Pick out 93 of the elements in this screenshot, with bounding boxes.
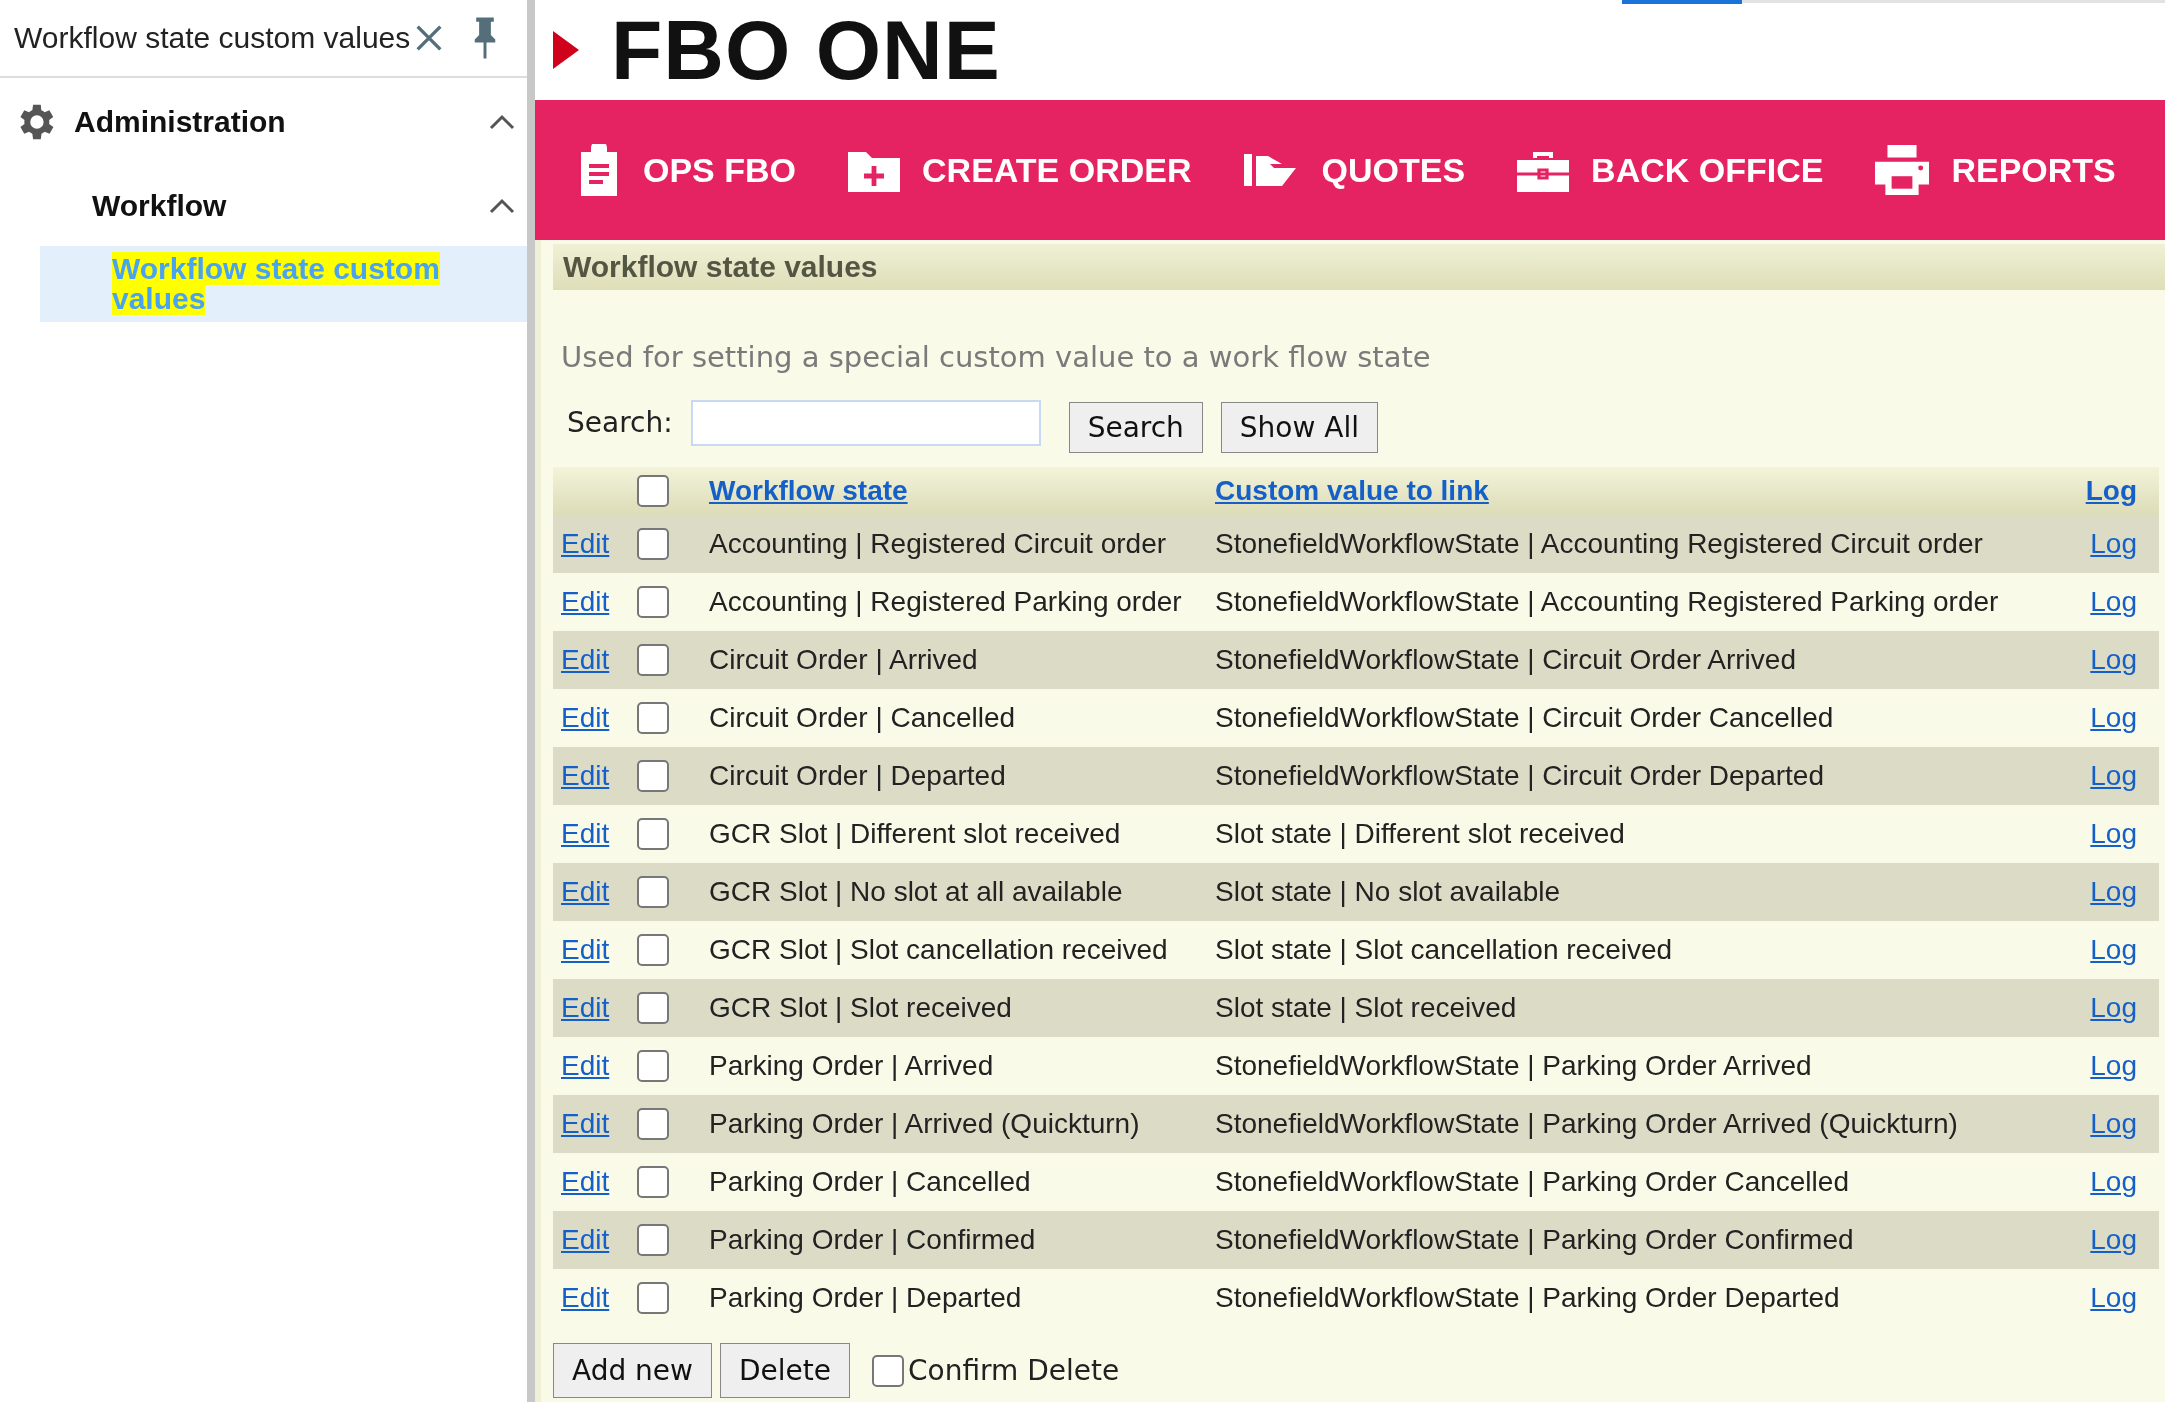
table-cell: Slot state | Slot received <box>1215 979 2067 1037</box>
checkbox[interactable] <box>637 1224 669 1256</box>
log-link[interactable]: Log <box>2090 1282 2137 1313</box>
edit-link[interactable]: Edit <box>561 702 610 733</box>
checkbox[interactable] <box>637 1282 669 1314</box>
checkbox[interactable] <box>637 992 669 1024</box>
log-link[interactable]: Log <box>2090 1108 2137 1139</box>
edit-link[interactable]: Edit <box>561 528 610 559</box>
checkbox[interactable] <box>637 934 669 966</box>
table-cell: Slot state | Different slot received <box>1215 805 2067 863</box>
checkbox[interactable] <box>872 1354 904 1387</box>
table-cell: StonefieldWorkflowState | Accounting Registered Parking order <box>1215 573 2067 631</box>
log-link[interactable]: Log <box>2090 528 2137 559</box>
checkbox[interactable] <box>637 876 669 908</box>
log-link[interactable]: Log <box>2090 586 2137 617</box>
log-link[interactable]: Log <box>2090 760 2137 791</box>
checkbox[interactable] <box>637 1050 669 1082</box>
table-cell: StonefieldWorkflowState | Parking Order Arrived (Quickturn) <box>1215 1095 2067 1153</box>
checkbox[interactable] <box>637 1166 669 1198</box>
checkbox-label: Confirm Delete <box>908 1354 1120 1387</box>
edit-link[interactable]: Edit <box>561 760 610 791</box>
log-link[interactable]: Log <box>2090 702 2137 733</box>
table-cell: StonefieldWorkflowState | Accounting Registered Circuit order <box>1215 515 2067 573</box>
checkbox[interactable] <box>637 644 669 676</box>
delete-button[interactable]: Delete <box>720 1343 850 1398</box>
log-link[interactable]: Log <box>2090 1224 2137 1255</box>
table-cell: GCR Slot | Slot received <box>709 979 1215 1037</box>
checkbox[interactable] <box>637 475 669 507</box>
printer-icon <box>1875 145 1930 195</box>
table-cell: Parking Order | Confirmed <box>709 1211 1215 1269</box>
table-cell: Circuit Order | Arrived <box>709 631 1215 689</box>
table-cell: StonefieldWorkflowState | Circuit Order Cancelled <box>1215 689 2067 747</box>
table-cell: StonefieldWorkflowState | Parking Order Departed <box>1215 1269 2067 1327</box>
log-link[interactable]: Log <box>2090 992 2137 1023</box>
table-cell: Accounting | Registered Parking order <box>709 573 1215 631</box>
table-cell: GCR Slot | No slot at all available <box>709 863 1215 921</box>
edit-link[interactable]: Edit <box>561 876 610 907</box>
checkbox[interactable] <box>637 760 669 792</box>
description-text: Used for setting a special custom value to a work flow state <box>561 340 1432 374</box>
edit-link[interactable]: Edit <box>561 644 610 675</box>
table-cell: StonefieldWorkflowState | Parking Order Arrived <box>1215 1037 2067 1095</box>
logo-triangle-icon <box>553 31 579 69</box>
table-cell: StonefieldWorkflowState | Circuit Order Departed <box>1215 747 2067 805</box>
edit-link[interactable]: Edit <box>561 934 610 965</box>
checkbox[interactable] <box>637 1108 669 1140</box>
table-cell: Parking Order | Arrived (Quickturn) <box>709 1095 1215 1153</box>
search-button[interactable]: Search <box>1068 402 1203 453</box>
table-cell: StonefieldWorkflowState | Parking Order Confirmed <box>1215 1211 2067 1269</box>
table-cell: Parking Order | Departed <box>709 1269 1215 1327</box>
table-cell: Circuit Order | Cancelled <box>709 689 1215 747</box>
log-link[interactable]: Log <box>2090 934 2137 965</box>
nav-item[interactable]: CREATE ORDER <box>848 148 1192 192</box>
edit-link[interactable]: Edit <box>561 1108 610 1139</box>
nav-item[interactable]: QUOTES <box>1243 150 1466 190</box>
search-field[interactable] <box>690 399 1041 446</box>
table-cell: Parking Order | Arrived <box>709 1037 1215 1095</box>
nav-item[interactable]: BACK OFFICE <box>1517 146 1824 194</box>
log-link[interactable]: Log <box>2090 818 2137 849</box>
logo-text: FBO ONE <box>611 1 1001 99</box>
edit-link[interactable]: Edit <box>561 1050 610 1081</box>
table-cell: Slot state | Slot cancellation received <box>1215 921 2067 979</box>
table-cell: Accounting | Registered Circuit order <box>709 515 1215 573</box>
edit-link[interactable]: Edit <box>561 586 610 617</box>
edit-link[interactable]: Edit <box>561 1224 610 1255</box>
edit-link[interactable]: Edit <box>561 992 610 1023</box>
panel-title: Workflow state custom values <box>14 21 411 55</box>
add-new-button[interactable]: Add new <box>553 1343 712 1398</box>
tree-item[interactable]: Administration <box>0 78 527 166</box>
sidebar-item[interactable]: Workflow state custom values <box>40 246 527 322</box>
table-cell: Parking Order | Cancelled <box>709 1153 1215 1211</box>
log-link[interactable]: Log <box>2090 1050 2137 1081</box>
search-label: Search: <box>567 406 673 439</box>
table-cell: StonefieldWorkflowState | Parking Order Cancelled <box>1215 1153 2067 1211</box>
checkbox[interactable] <box>637 528 669 560</box>
show-all-button[interactable]: Show All <box>1220 402 1378 453</box>
table-cell: GCR Slot | Slot cancellation received <box>709 921 1215 979</box>
checkbox[interactable] <box>637 818 669 850</box>
log-link[interactable]: Log <box>2090 1166 2137 1197</box>
edit-link[interactable]: Edit <box>561 818 610 849</box>
table-cell: Circuit Order | Departed <box>709 747 1215 805</box>
log-link[interactable]: Log <box>2090 876 2137 907</box>
log-link[interactable]: Log <box>2090 644 2137 675</box>
table-cell: Slot state | No slot available <box>1215 863 2067 921</box>
table-cell: GCR Slot | Different slot received <box>709 805 1215 863</box>
section-header: Workflow state values <box>553 244 2165 290</box>
edit-link[interactable]: Edit <box>561 1166 610 1197</box>
edit-link[interactable]: Edit <box>561 1282 610 1313</box>
nav-item[interactable]: OPS FBO <box>577 144 797 196</box>
checkbox[interactable] <box>637 586 669 618</box>
tree-item[interactable]: Workflow <box>0 166 527 246</box>
table-cell: StonefieldWorkflowState | Circuit Order Arrived <box>1215 631 2067 689</box>
checkbox[interactable] <box>637 702 669 734</box>
nav-item[interactable]: REPORTS <box>1875 145 2116 195</box>
